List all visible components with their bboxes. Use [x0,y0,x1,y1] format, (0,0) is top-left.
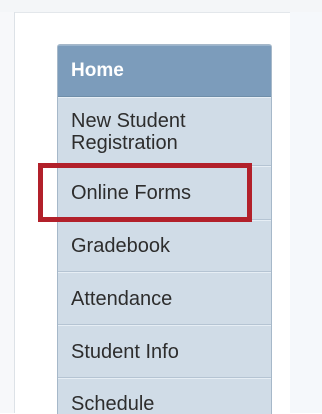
sidebar-item-label-line1: New Student [71,109,186,132]
sidebar-item-student-info[interactable]: Student Info [58,325,271,378]
sidebar-item-label: Home [71,60,124,81]
sidebar-item-new-student-registration[interactable]: New Student Registration [58,97,271,166]
sidebar-item-label: Schedule [71,393,155,414]
top-border-bar [0,0,322,13]
sidebar-item-gradebook[interactable]: Gradebook [58,220,271,272]
highlight-annotation-box [38,163,252,222]
sidebar-item-label: Attendance [71,287,173,310]
sidebar-item-label: Student Info [71,340,179,363]
sidebar-item-label-line2: Registration [71,131,178,154]
sidebar-item-schedule[interactable]: Schedule [58,378,271,414]
sidebar-item-label: Gradebook [71,235,170,257]
sidebar-item-attendance[interactable]: Attendance [58,272,271,325]
left-border-bar [0,12,15,413]
sidebar-item-home[interactable]: Home [58,45,271,97]
sidebar-nav-menu: Home New Student Registration Online For… [57,44,272,414]
content-panel-edge [290,12,322,413]
